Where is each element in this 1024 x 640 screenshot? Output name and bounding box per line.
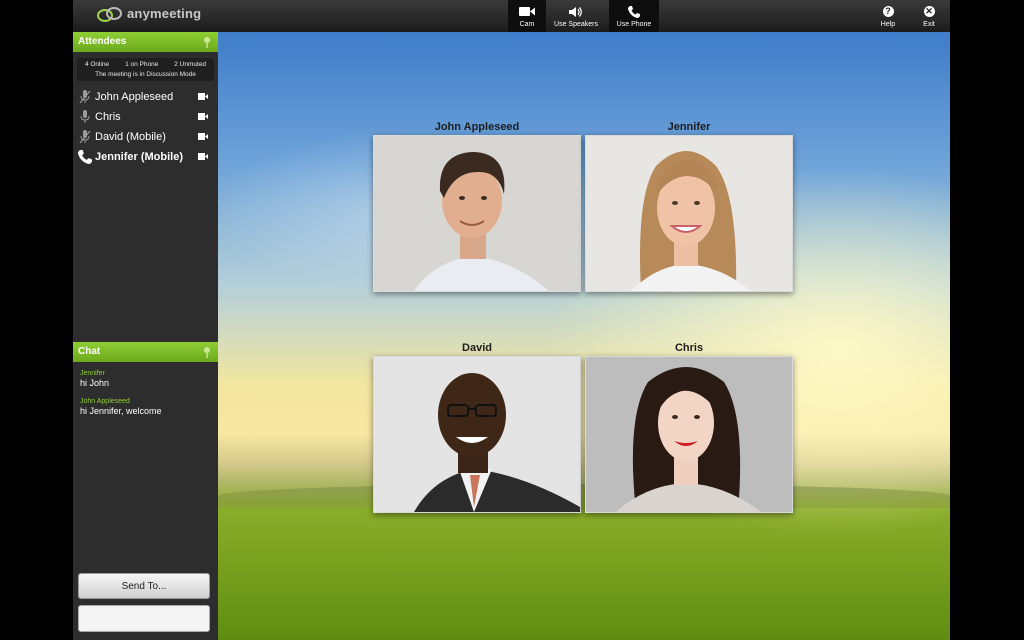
chat-input[interactable] <box>78 605 210 632</box>
help-label: Help <box>880 20 896 28</box>
attendee-name: John Appleseed <box>95 91 174 103</box>
use-phone-button[interactable]: Use Phone <box>609 0 659 32</box>
exit-icon: ✕ <box>923 6 935 17</box>
participant-video <box>373 356 581 513</box>
chat-message: Jennifer hi John <box>80 370 211 388</box>
cam-label: Cam <box>519 20 535 28</box>
chat-sender: Jennifer <box>80 370 105 377</box>
send-to-button[interactable]: Send To... <box>78 573 210 599</box>
attendee-camera-icon[interactable] <box>198 93 208 100</box>
phone-icon[interactable] <box>77 149 93 165</box>
participant-video <box>585 135 793 292</box>
video-label: Chris <box>674 342 704 354</box>
help-button[interactable]: ? Help <box>874 0 902 32</box>
pin-icon[interactable] <box>202 346 212 358</box>
cam-button[interactable]: Cam <box>508 0 546 32</box>
attendee-name: David (Mobile) <box>95 131 166 143</box>
help-icon: ? <box>882 6 894 17</box>
attendee-camera-icon[interactable] <box>198 133 208 140</box>
camera-icon <box>519 5 535 19</box>
attendees-header: Attendees <box>73 32 218 52</box>
use-phone-label: Use Phone <box>616 20 652 28</box>
logo-icon <box>97 6 123 22</box>
sidebar: Attendees 4 Online 1 on Phone 2 Unmuted … <box>73 32 219 640</box>
phone-icon <box>628 5 640 19</box>
chat-header: Chat <box>73 342 218 362</box>
use-speakers-button[interactable]: Use Speakers <box>548 0 604 32</box>
chat-title: Chat <box>78 346 101 357</box>
video-tile[interactable]: David <box>373 340 581 513</box>
mic-muted-icon[interactable] <box>77 89 93 105</box>
chat-message: John Appleseed hi Jennifer, welcome <box>80 398 211 416</box>
attendee-list: John Appleseed Chris David (Mobile) Jenn… <box>73 87 218 167</box>
attendee-row[interactable]: Jennifer (Mobile) <box>73 147 218 167</box>
chat-panel: Chat Jennifer hi John John Appleseed hi … <box>73 342 218 426</box>
exit-button[interactable]: ✕ Exit <box>915 0 943 32</box>
chat-sender: John Appleseed <box>80 398 130 405</box>
logo-text: anymeeting <box>127 6 202 21</box>
video-stage: John Appleseed Jennifer David Chris <box>218 32 950 640</box>
unmuted-count: 2 Unmuted <box>174 61 207 68</box>
attendee-camera-icon[interactable] <box>198 113 208 120</box>
meeting-window: anymeeting Cam Use Speakers Use Phone ? … <box>73 0 950 640</box>
chat-text: hi John <box>80 378 110 388</box>
anymeeting-logo: anymeeting <box>97 6 202 22</box>
video-label: David <box>462 342 492 354</box>
top-toolbar: anymeeting Cam Use Speakers Use Phone ? … <box>73 0 950 32</box>
attendee-row[interactable]: John Appleseed <box>73 87 218 107</box>
mic-icon[interactable] <box>77 109 93 125</box>
meeting-mode: The meeting is in Discussion Mode <box>95 71 196 78</box>
attendee-name: Jennifer (Mobile) <box>95 151 184 163</box>
attendee-camera-icon[interactable] <box>198 153 208 160</box>
participant-video <box>585 356 793 513</box>
attendee-stats: 4 Online 1 on Phone 2 Unmuted The meetin… <box>77 58 214 81</box>
video-tile[interactable]: John Appleseed <box>373 119 581 292</box>
video-label: John Appleseed <box>434 121 520 133</box>
attendees-title: Attendees <box>78 36 127 47</box>
speaker-icon <box>569 5 583 19</box>
video-label: Jennifer <box>667 121 711 133</box>
chat-messages: Jennifer hi John John Appleseed hi Jenni… <box>73 362 218 416</box>
pin-icon[interactable] <box>202 36 212 48</box>
background-hill <box>218 484 950 508</box>
use-speakers-label: Use Speakers <box>554 20 598 28</box>
online-count: 4 Online <box>84 61 110 68</box>
attendee-row[interactable]: Chris <box>73 107 218 127</box>
phone-count: 1 on Phone <box>125 61 159 68</box>
participant-video <box>373 135 581 292</box>
mic-muted-icon[interactable] <box>77 129 93 145</box>
video-tile[interactable]: Chris <box>585 340 793 513</box>
exit-label: Exit <box>923 20 935 28</box>
video-tile[interactable]: Jennifer <box>585 119 793 292</box>
attendee-row[interactable]: David (Mobile) <box>73 127 218 147</box>
attendee-name: Chris <box>95 111 121 123</box>
chat-text: hi Jennifer, welcome <box>80 406 162 416</box>
